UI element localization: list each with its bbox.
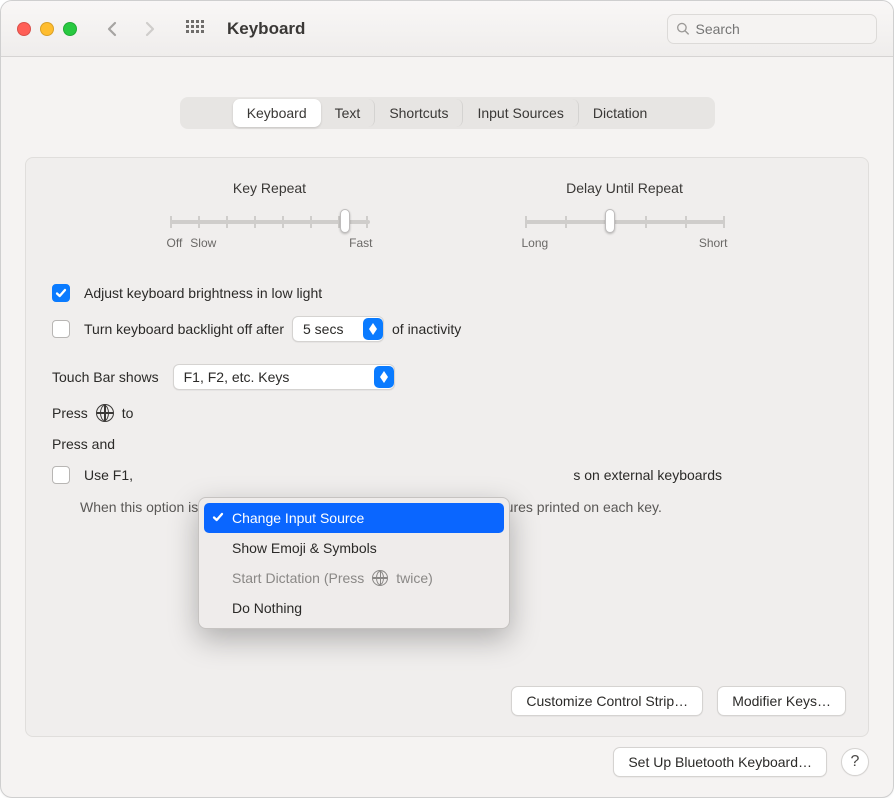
content-area: Keyboard Text Shortcuts Input Sources Di…	[1, 57, 893, 761]
forward-button[interactable]	[135, 15, 163, 43]
dropdown-option-change-input-source[interactable]: Change Input Source	[204, 503, 504, 533]
press-globe-after: to	[122, 405, 134, 421]
search-icon	[676, 21, 689, 36]
touchbar-select[interactable]: F1, F2, etc. Keys	[173, 364, 395, 390]
key-repeat-off-label: Off	[167, 236, 183, 250]
delay-repeat-slider[interactable]	[525, 210, 725, 232]
touchbar-row: Touch Bar shows F1, F2, etc. Keys	[52, 364, 842, 390]
brightness-checkbox[interactable]	[52, 284, 70, 302]
tab-shortcuts[interactable]: Shortcuts	[375, 99, 463, 127]
checkmark-icon	[212, 510, 224, 526]
modifier-keys-button[interactable]: Modifier Keys…	[717, 686, 846, 716]
dropdown-option-label: Do Nothing	[232, 600, 302, 616]
dropdown-option-show-emoji[interactable]: Show Emoji & Symbols	[204, 533, 504, 563]
delay-long-label: Long	[522, 236, 549, 250]
close-window-button[interactable]	[17, 22, 31, 36]
back-button[interactable]	[99, 15, 127, 43]
window-controls	[17, 22, 77, 36]
brightness-label: Adjust keyboard brightness in low light	[84, 285, 322, 301]
panel-footer: Customize Control Strip… Modifier Keys…	[511, 686, 846, 716]
touchbar-label: Touch Bar shows	[52, 369, 159, 385]
press-and-label: Press and	[52, 436, 115, 452]
delay-repeat-title: Delay Until Repeat	[566, 180, 683, 196]
tab-keyboard[interactable]: Keyboard	[233, 99, 321, 127]
window-footer: Set Up Bluetooth Keyboard… ?	[613, 747, 869, 777]
help-button[interactable]: ?	[841, 748, 869, 776]
dropdown-option-label-after: twice)	[396, 570, 433, 586]
dropdown-option-do-nothing[interactable]: Do Nothing	[204, 593, 504, 623]
minimize-window-button[interactable]	[40, 22, 54, 36]
fkeys-row: Use F1, s on external keyboards	[52, 466, 842, 484]
tab-input-sources[interactable]: Input Sources	[463, 99, 578, 127]
press-globe-dropdown: Change Input Source Show Emoji & Symbols…	[198, 497, 510, 629]
delay-short-label: Short	[699, 236, 728, 250]
sliders-row: Key Repeat OffSlow Fast De	[52, 180, 842, 250]
fkeys-label-before: Use F1,	[84, 467, 133, 483]
checkmark-icon	[55, 287, 67, 299]
backlight-row: Turn keyboard backlight off after 5 secs…	[52, 316, 842, 342]
press-and-row: Press and	[52, 436, 842, 452]
press-globe-before: Press	[52, 405, 88, 421]
setup-bluetooth-keyboard-button[interactable]: Set Up Bluetooth Keyboard…	[613, 747, 827, 777]
chevron-right-icon	[141, 21, 157, 37]
zoom-window-button[interactable]	[63, 22, 77, 36]
globe-icon	[96, 404, 114, 422]
tab-text[interactable]: Text	[321, 99, 376, 127]
keyboard-panel: Key Repeat OffSlow Fast De	[25, 157, 869, 737]
window-title: Keyboard	[227, 19, 305, 39]
fkeys-checkbox[interactable]	[52, 466, 70, 484]
key-repeat-slow-label: Slow	[190, 236, 216, 250]
preferences-window: Keyboard Keyboard Text Shortcuts Input S…	[0, 0, 894, 798]
select-arrows-icon	[363, 318, 383, 340]
dropdown-option-label: Show Emoji & Symbols	[232, 540, 377, 556]
search-input[interactable]	[695, 21, 868, 37]
fkeys-label-after: s on external keyboards	[573, 467, 722, 483]
backlight-label-after: of inactivity	[392, 321, 461, 337]
search-field[interactable]	[667, 14, 877, 44]
touchbar-value: F1, F2, etc. Keys	[184, 369, 290, 385]
delay-repeat-group: Delay Until Repeat Long Short	[467, 180, 782, 250]
chevron-left-icon	[105, 21, 121, 37]
key-repeat-fast-label: Fast	[349, 236, 372, 250]
globe-icon	[372, 570, 388, 586]
backlight-label-before: Turn keyboard backlight off after	[84, 321, 284, 337]
dropdown-option-label: Change Input Source	[232, 510, 364, 526]
backlight-checkbox[interactable]	[52, 320, 70, 338]
press-globe-row: Press to	[52, 404, 842, 422]
backlight-timeout-value: 5 secs	[303, 321, 343, 337]
key-repeat-slider[interactable]	[170, 210, 370, 232]
key-repeat-title: Key Repeat	[233, 180, 306, 196]
key-repeat-group: Key Repeat Off Slow Fast	[112, 180, 427, 250]
select-arrows-icon	[374, 366, 394, 388]
tab-dictation[interactable]: Dictation	[579, 99, 661, 127]
backlight-timeout-select[interactable]: 5 secs	[292, 316, 384, 342]
customize-control-strip-button[interactable]: Customize Control Strip…	[511, 686, 703, 716]
tab-bar: Keyboard Text Shortcuts Input Sources Di…	[180, 97, 715, 129]
brightness-row: Adjust keyboard brightness in low light	[52, 284, 842, 302]
dropdown-option-start-dictation: Start Dictation (Press twice)	[204, 563, 504, 593]
titlebar: Keyboard	[1, 1, 893, 57]
dropdown-option-label-before: Start Dictation (Press	[232, 570, 364, 586]
show-all-button[interactable]	[181, 15, 209, 43]
grid-icon	[186, 20, 204, 38]
